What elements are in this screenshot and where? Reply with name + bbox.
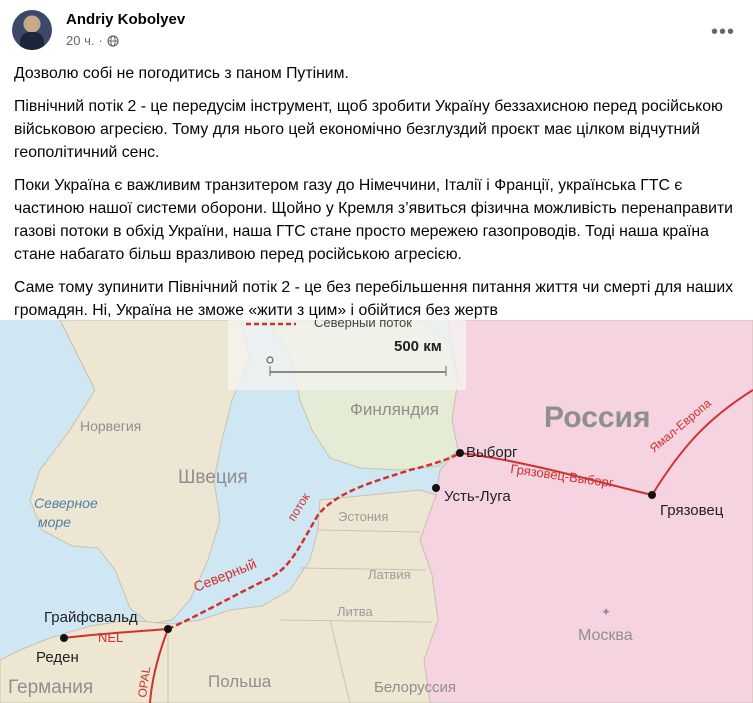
city-dot-greifswald (164, 625, 172, 633)
label-lithuania: Литва (337, 604, 374, 619)
label-belarus: Белоруссия (374, 679, 456, 696)
label-vyborg: Выборг (466, 444, 518, 461)
post-header: Andriy Kobolyev 20 ч. · ••• (12, 10, 741, 54)
label-germany: Германия (8, 677, 93, 698)
capital-star-icon: ✦ (601, 605, 611, 619)
label-north-sea: Северное (34, 495, 98, 511)
post-meta: 20 ч. · (66, 33, 119, 48)
city-dot-vyborg (456, 449, 464, 457)
post-image-map[interactable]: Северный поток 500 км ✦ Россия Финляндия… (0, 320, 753, 703)
legend-title: Северный поток (314, 320, 412, 330)
city-dot-gryazovets (648, 491, 656, 499)
label-poland: Польша (208, 672, 272, 691)
post-paragraph: Саме тому зупинити Північний потік 2 - ц… (14, 279, 734, 319)
globe-icon (107, 34, 119, 47)
post-paragraph: Північний потік 2 - це передусім інструм… (14, 98, 723, 161)
label-finland: Финляндия (350, 400, 439, 419)
post-paragraph: Дозволю собі не погодитись з паном Путін… (14, 65, 349, 82)
label-sweden: Швеция (178, 467, 248, 488)
city-dot-reden (60, 634, 68, 642)
post-time[interactable]: 20 ч. (66, 33, 94, 48)
label-gryazovets: Грязовец (660, 502, 724, 519)
label-reden: Реден (36, 649, 79, 666)
label-latvia: Латвия (368, 567, 411, 582)
avatar[interactable] (12, 10, 52, 50)
city-dot-ust-luga (432, 484, 440, 492)
label-norway: Норвегия (80, 418, 141, 434)
scale-label: 500 км (394, 338, 442, 355)
label-russia: Россия (544, 401, 651, 434)
meta-separator: · (98, 33, 103, 48)
label-moscow: Москва (578, 627, 633, 644)
more-dots-icon: ••• (710, 21, 735, 43)
label-nel: NEL (98, 630, 123, 645)
post-paragraph: Поки Україна є важливим транзитером газу… (14, 177, 733, 263)
pipeline-map: Северный поток 500 км ✦ Россия Финляндия… (0, 320, 753, 703)
post-body: Дозволю собі не погодитись з паном Путін… (14, 62, 739, 332)
label-greifswald: Грайфсвальд (44, 609, 138, 626)
more-options-button[interactable]: ••• (705, 14, 741, 50)
label-north-sea-2: море (38, 514, 71, 530)
legend-box (228, 320, 466, 390)
label-estonia: Эстония (338, 509, 388, 524)
author-name[interactable]: Andriy Kobolyev (66, 11, 185, 28)
label-ust-luga: Усть-Луга (444, 488, 511, 505)
